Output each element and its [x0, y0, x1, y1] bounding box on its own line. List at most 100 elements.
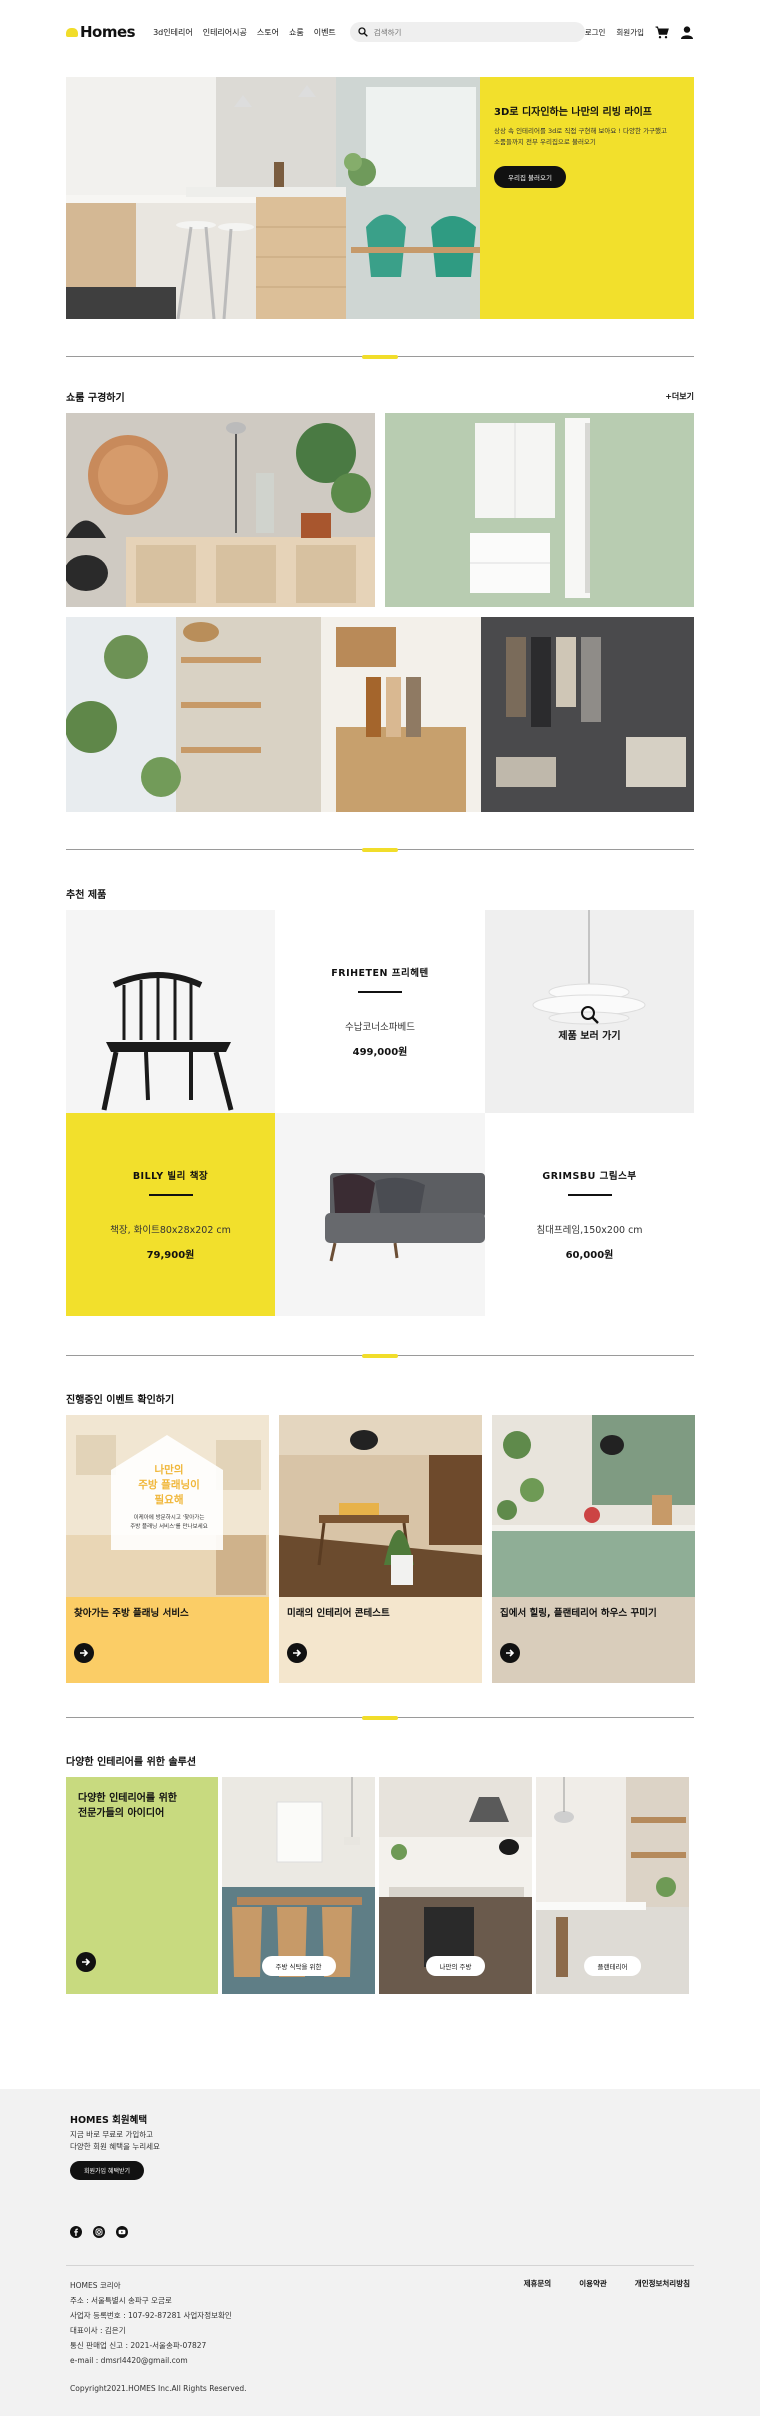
section-divider	[66, 355, 694, 359]
solutions-title: 다양한 인테리어를 위한 솔루션	[66, 1756, 197, 1768]
instagram-icon[interactable]	[93, 2226, 105, 2238]
product-card-friheten[interactable]: FRIHETEN 프리헤텐 수납코너소파베드 499,000원	[275, 910, 485, 1113]
showroom-section: 쇼룸 구경하기 +더보기	[65, 389, 694, 815]
product-name: BILLY 빌리 책장	[132, 1171, 209, 1182]
search-icon	[580, 1006, 599, 1024]
logo-mark-icon	[66, 27, 78, 37]
product-price: 499,000원	[352, 1047, 408, 1058]
business-number: 사업자 등록번호 : 107-92-87281 사업자정보확인	[70, 2311, 232, 2320]
showroom-living-image[interactable]	[66, 413, 375, 607]
search-icon[interactable]	[358, 27, 368, 37]
footer-links: 제휴문의 이용약관 개인정보처리방침	[524, 2278, 690, 2289]
company-address: 주소 : 서울특별시 송파구 오금로	[70, 2296, 172, 2305]
ceo-name: 대표이사 : 김은기	[70, 2326, 126, 2335]
arrow-right-icon[interactable]	[76, 1952, 96, 1972]
footer-membership-title: HOMES 회원혜택	[70, 2115, 148, 2126]
signup-link[interactable]: 회원가입	[616, 27, 644, 38]
hero-kitchen-image	[66, 77, 480, 319]
youtube-icon[interactable]	[116, 2226, 128, 2238]
solution-intro-card[interactable]: 다양한 인테리어를 위한 전문가들의 아이디어	[66, 1777, 218, 1994]
product-bar	[567, 1194, 612, 1196]
social-links	[70, 2226, 128, 2238]
hero-panel: 3D로 디자인하는 나만의 리빙 라이프 상상 속 인테리어를 3d로 직접 구…	[480, 77, 694, 319]
cart-icon[interactable]	[655, 25, 669, 39]
product-price: 60,000원	[565, 1250, 614, 1261]
solution-card-planterior[interactable]: 플랜테리어	[536, 1777, 689, 1994]
company-info: HOMES 코리아 주소 : 서울특별시 송파구 오금로 사업자 등록번호 : …	[70, 2278, 232, 2368]
event-card[interactable]: 미래의 인테리어 콘테스트	[279, 1415, 482, 1683]
footer-link-privacy[interactable]: 개인정보처리방침	[635, 2278, 690, 2289]
footer-membership-desc: 지금 바로 무료로 가입하고 다양한 회원 혜택을 누리세요	[70, 2129, 160, 2153]
user-icon[interactable]	[680, 25, 694, 39]
event-title: 찾아가는 주방 플래닝 서비스	[74, 1608, 189, 1619]
product-chair-image[interactable]	[66, 910, 275, 1113]
event-card[interactable]: 나만의 주방 플래닝이 필요해 이케아에 방문하시고 '찾아가는 주방 플래닝 …	[66, 1415, 269, 1683]
events-title: 진행중인 이벤트 확인하기	[66, 1394, 175, 1406]
event-overlay-title: 나만의 주방 플래닝이 필요해	[138, 1464, 200, 1506]
search-bar	[349, 22, 585, 42]
event-overlay-desc: 이케아에 방문하시고 '찾아가는 주방 플래닝 서비스'를 만나보세요	[130, 1515, 208, 1530]
product-sofa-image[interactable]	[275, 1113, 485, 1316]
footer-link-terms[interactable]: 이용약관	[579, 2278, 607, 2289]
signup-benefit-button[interactable]: 회원가입 혜택받기	[70, 2161, 145, 2180]
main-nav: 3d인테리어 인테리어시공 스토어 쇼룸 이벤트	[153, 27, 336, 38]
recommended-section: 추천 제품 FRIHETEN 프리헤텐 수납코너소파베드 499,000원 제품…	[66, 886, 694, 1316]
more-link[interactable]: +더보기	[665, 391, 694, 402]
solution-card-kitchen[interactable]: 나만의 주방	[379, 1777, 532, 1994]
arrow-right-icon[interactable]	[287, 1643, 307, 1663]
nav-item-showroom[interactable]: 쇼룸	[289, 27, 304, 38]
product-desc: 책장, 화이트80x28x202 cm	[110, 1225, 231, 1236]
chair-image	[101, 972, 234, 1111]
solution-intro-line1: 다양한 인테리어를 위한	[78, 1793, 177, 1804]
product-desc: 수납코너소파베드	[345, 1022, 415, 1033]
logo[interactable]: Homes	[66, 23, 136, 41]
header-right: 로그인 회원가입	[585, 25, 694, 39]
solution-intro-line2: 전문가들의 아이디어	[78, 1808, 165, 1819]
showroom-bathroom-image[interactable]	[385, 413, 694, 607]
product-name: FRIHETEN 프리헤텐	[331, 968, 429, 979]
section-divider	[66, 1354, 694, 1358]
hero-banner: 3D로 디자인하는 나만의 리빙 라이프 상상 속 인테리어를 3d로 직접 구…	[66, 77, 694, 319]
arrow-right-icon[interactable]	[74, 1643, 94, 1663]
product-card-grimsbu[interactable]: GRIMSBU 그림스부 침대프레임,150x200 cm 60,000원	[485, 1113, 694, 1316]
nav-item-3d-interior[interactable]: 3d인테리어	[153, 27, 193, 38]
logo-text: Homes	[80, 23, 136, 41]
events-section: 진행중인 이벤트 확인하기 나만의 주방 플래닝이 필요해 이케아에 방문하시고…	[66, 1391, 695, 1683]
page: Homes 3d인테리어 인테리어시공 스토어 쇼룸 이벤트 로그인 회원가입	[0, 0, 760, 2416]
event-title: 집에서 힐링, 플랜테리어 하우스 꾸미기	[500, 1608, 657, 1619]
telecom-registration: 통신 판매업 신고 : 2021-서울송파-07827	[70, 2341, 207, 2350]
hero-title: 3D로 디자인하는 나만의 리빙 라이프	[494, 107, 652, 118]
nav-item-store[interactable]: 스토어	[257, 27, 279, 38]
nav-item-construction[interactable]: 인테리어시공	[203, 27, 247, 38]
hero-desc-line1: 상상 속 인테리어를 3d로 직접 구현해 보아요 ! 다양한 가구했고	[494, 127, 667, 135]
hero-desc-line2: 소품들까지 전부 우리집으로 불러오기	[494, 138, 596, 146]
facebook-icon[interactable]	[70, 2226, 82, 2238]
login-link[interactable]: 로그인	[585, 27, 606, 38]
load-home-button[interactable]: 우리집 불러오기	[494, 166, 566, 188]
solution-tag: 나만의 주방	[425, 1956, 486, 1976]
product-bar	[148, 1194, 193, 1196]
section-divider	[66, 848, 694, 852]
sofa-image	[325, 1173, 485, 1262]
recommended-grid: FRIHETEN 프리헤텐 수납코너소파베드 499,000원 제품 보러 가기…	[66, 910, 694, 1316]
arrow-right-icon[interactable]	[500, 1643, 520, 1663]
footer-divider	[66, 2265, 694, 2266]
product-lamp-card[interactable]: 제품 보러 가기	[485, 910, 694, 1113]
recommended-title: 추천 제품	[66, 889, 107, 901]
product-price: 79,900원	[146, 1250, 195, 1261]
product-desc: 침대프레임,150x200 cm	[536, 1225, 643, 1236]
showroom-wardrobe-image[interactable]	[65, 617, 694, 812]
search-input[interactable]	[373, 27, 574, 37]
product-card-billy[interactable]: BILLY 빌리 책장 책장, 화이트80x28x202 cm 79,900원	[66, 1113, 275, 1316]
event-card[interactable]: 집에서 힐링, 플랜테리어 하우스 꾸미기	[492, 1415, 695, 1683]
product-bar	[358, 991, 402, 993]
footer-link-partnership[interactable]: 제휴문의	[524, 2278, 552, 2289]
contact-email: e-mail : dmsrl4420@gmail.com	[70, 2356, 188, 2365]
nav-item-event[interactable]: 이벤트	[314, 27, 336, 38]
solution-card-dining[interactable]: 주방 식탁을 위한	[222, 1777, 375, 1994]
section-divider	[66, 1716, 694, 1720]
footer-desc-line1: 지금 바로 무료로 가입하고	[70, 2130, 154, 2139]
solution-tag: 주방 식탁을 위한	[261, 1956, 336, 1976]
view-product-link[interactable]: 제품 보러 가기	[558, 1027, 620, 1042]
copyright: Copyright2021.HOMES Inc.All Rights Reser…	[70, 2384, 247, 2393]
